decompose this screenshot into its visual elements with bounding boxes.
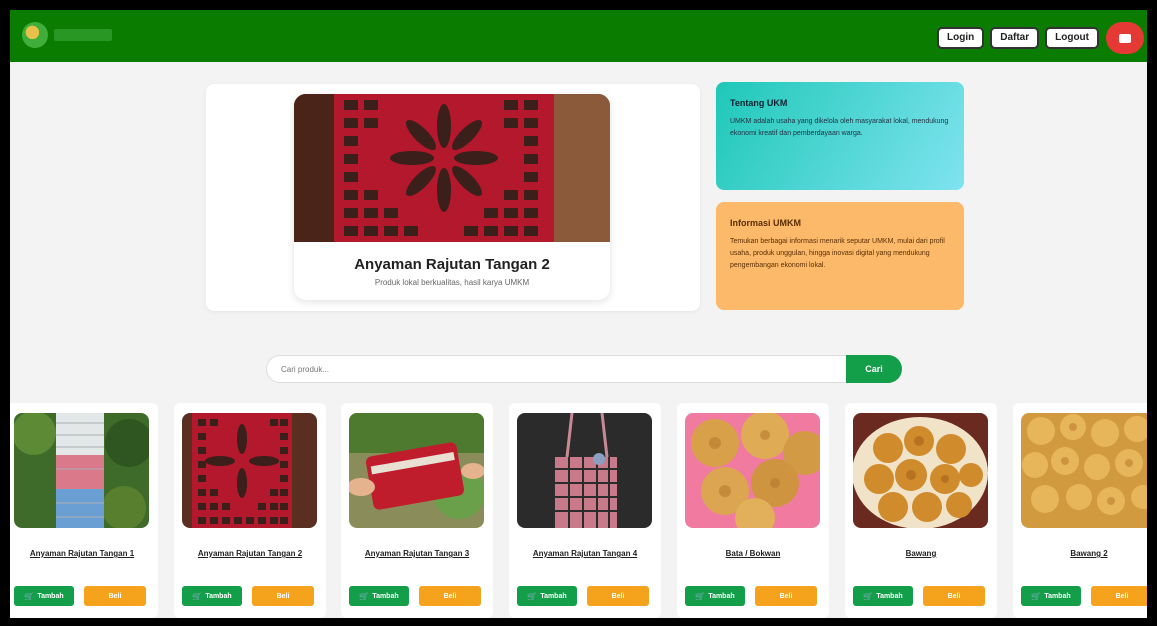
cart-icon: 🛒 [24, 591, 35, 601]
add-to-cart-button[interactable]: 🛒 Tambah [182, 586, 242, 606]
about-ukm-card[interactable]: Tentang UKM UMKM adalah usaha yang dikel… [716, 82, 964, 190]
add-to-cart-button[interactable]: 🛒 Tambah [853, 586, 913, 606]
product-image[interactable] [853, 413, 988, 528]
buy-button[interactable]: Beli [755, 586, 817, 606]
logo[interactable] [22, 22, 112, 48]
product-image[interactable] [14, 413, 149, 528]
add-to-cart-button[interactable]: 🛒 Tambah [685, 586, 745, 606]
product-card[interactable]: Anyaman Rajutan Tangan 2 🛒 Tambah Beli [174, 403, 326, 618]
product-name[interactable]: Anyaman Rajutan Tangan 4 [509, 549, 661, 558]
search-bar: Cari [266, 355, 902, 383]
cart-icon: 🛒 [359, 591, 370, 601]
umkm-info-card[interactable]: Informasi UMKM Temukan berbagai informas… [716, 202, 964, 310]
product-name[interactable]: Bata / Bokwan [677, 549, 829, 558]
login-button[interactable]: Login [937, 27, 985, 49]
product-name[interactable]: Anyaman Rajutan Tangan 2 [174, 549, 326, 558]
featured-product-image [294, 94, 610, 242]
about-ukm-title: Tentang UKM [730, 98, 788, 108]
product-actions: 🛒 Tambah Beli [14, 586, 146, 606]
about-ukm-text: UMKM adalah usaha yang dikelola oleh mas… [730, 118, 949, 137]
product-image[interactable] [182, 413, 317, 528]
search-input[interactable] [266, 355, 856, 383]
buy-button[interactable]: Beli [587, 586, 649, 606]
buy-button[interactable]: Beli [419, 586, 481, 606]
product-image[interactable] [685, 413, 820, 528]
search-button[interactable]: Cari [846, 355, 902, 383]
add-to-cart-button[interactable]: 🛒 Tambah [517, 586, 577, 606]
add-to-cart-button[interactable]: 🛒 Tambah [14, 586, 74, 606]
cart-icon: 🛒 [695, 591, 706, 601]
product-actions: 🛒 Tambah Beli [517, 586, 649, 606]
product-card[interactable]: Bawang 🛒 Tambah Beli [845, 403, 997, 618]
product-name[interactable]: Anyaman Rajutan Tangan 1 [10, 549, 158, 558]
product-card[interactable]: Anyaman Rajutan Tangan 1 🛒 Tambah Beli [10, 403, 158, 618]
nav-buttons: Login Daftar Logout [937, 27, 1099, 49]
product-card[interactable]: Anyaman Rajutan Tangan 3 🛒 Tambah Beli [341, 403, 493, 618]
logout-button[interactable]: Logout [1045, 27, 1099, 49]
product-name[interactable]: Bawang [845, 549, 997, 558]
product-name[interactable]: Bawang 2 [1013, 549, 1147, 558]
cart-icon: 🛒 [863, 591, 874, 601]
logo-text [54, 29, 112, 41]
product-image[interactable] [1021, 413, 1147, 528]
product-actions: 🛒 Tambah Beli [349, 586, 481, 606]
product-card[interactable]: Bata / Bokwan 🛒 Tambah Beli [677, 403, 829, 618]
chat-button[interactable] [1106, 22, 1144, 54]
product-card[interactable]: Bawang 2 🛒 Tambah Beli [1013, 403, 1147, 618]
product-actions: 🛒 Tambah Beli [182, 586, 314, 606]
cart-icon: 🛒 [1031, 591, 1042, 601]
cart-icon: 🛒 [192, 591, 203, 601]
product-actions: 🛒 Tambah Beli [685, 586, 817, 606]
logo-icon [22, 22, 48, 48]
add-to-cart-button[interactable]: 🛒 Tambah [1021, 586, 1081, 606]
product-actions: 🛒 Tambah Beli [1021, 586, 1147, 606]
add-to-cart-button[interactable]: 🛒 Tambah [349, 586, 409, 606]
umkm-info-title: Informasi UMKM [730, 218, 802, 228]
product-actions: 🛒 Tambah Beli [853, 586, 985, 606]
buy-button[interactable]: Beli [1091, 586, 1147, 606]
product-name[interactable]: Anyaman Rajutan Tangan 3 [341, 549, 493, 558]
featured-product-subtitle: Produk lokal berkualitas, hasil karya UM… [374, 278, 530, 287]
product-card[interactable]: Anyaman Rajutan Tangan 4 🛒 Tambah Beli [509, 403, 661, 618]
umkm-info-text: Temukan berbagai informasi menarik seput… [730, 238, 945, 269]
navbar: Login Daftar Logout [10, 10, 1147, 62]
register-button[interactable]: Daftar [990, 27, 1040, 49]
featured-product-card[interactable]: Anyaman Rajutan Tangan 2 Produk lokal be… [294, 94, 610, 300]
buy-button[interactable]: Beli [923, 586, 985, 606]
page: Login Daftar Logout Anyaman Rajutan Tang… [10, 10, 1147, 618]
buy-button[interactable]: Beli [84, 586, 146, 606]
hero-section: Anyaman Rajutan Tangan 2 Produk lokal be… [206, 84, 700, 311]
product-image[interactable] [349, 413, 484, 528]
cart-icon: 🛒 [527, 591, 538, 601]
chat-icon [1119, 33, 1131, 43]
featured-product-title: Anyaman Rajutan Tangan 2 [354, 256, 550, 273]
product-image[interactable] [517, 413, 652, 528]
product-list: Anyaman Rajutan Tangan 1 🛒 Tambah Beli A… [10, 403, 1147, 618]
buy-button[interactable]: Beli [252, 586, 314, 606]
